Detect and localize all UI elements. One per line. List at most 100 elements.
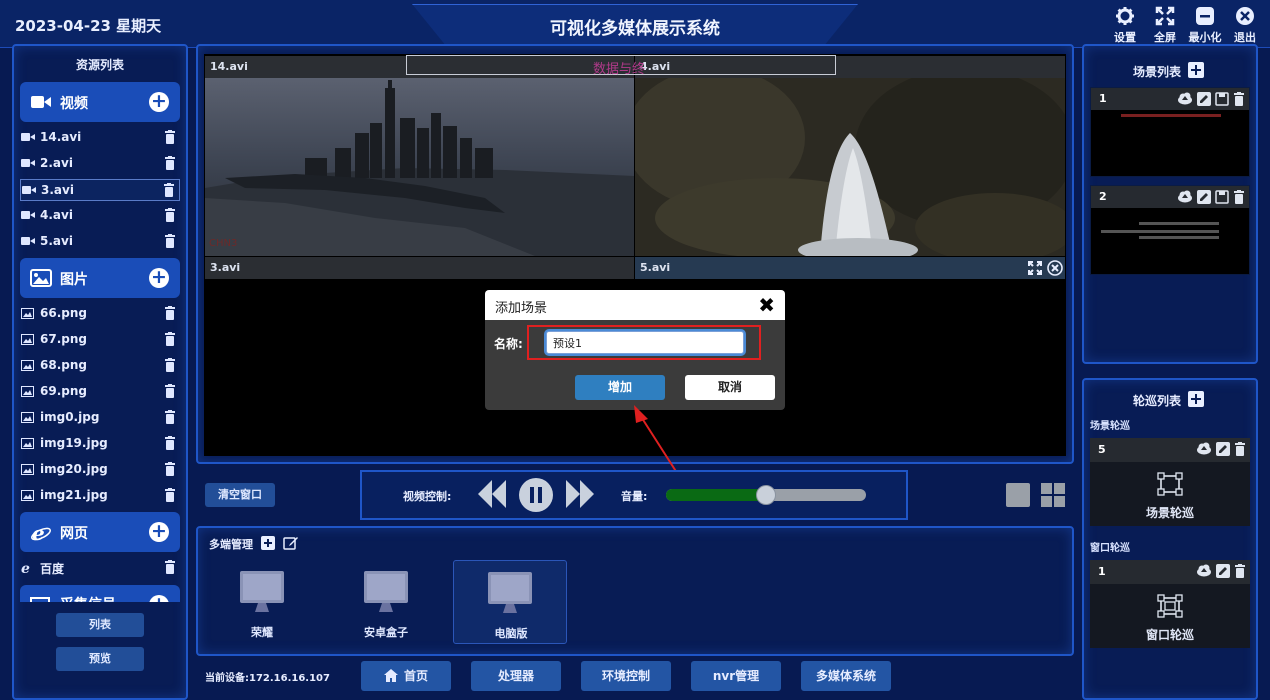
upload-icon[interactable] bbox=[1177, 92, 1193, 109]
add-terminal-icon[interactable] bbox=[261, 536, 275, 550]
nav-nvr[interactable]: nvr管理 bbox=[691, 661, 781, 691]
volume-knob[interactable] bbox=[756, 485, 776, 505]
video-item-5[interactable]: 5.avi bbox=[20, 231, 180, 253]
trash-icon[interactable] bbox=[164, 130, 176, 144]
window-tour-card[interactable]: 1 窗口轮巡 bbox=[1090, 560, 1250, 648]
edit-icon[interactable] bbox=[1197, 190, 1211, 207]
image-item[interactable]: img20.jpg bbox=[20, 459, 180, 481]
image-item[interactable]: img21.jpg bbox=[20, 485, 180, 507]
device-android-box[interactable]: 安卓盒子 bbox=[329, 560, 443, 644]
trash-icon[interactable] bbox=[164, 156, 176, 170]
image-item[interactable]: 67.png bbox=[20, 329, 180, 351]
scene-card-1[interactable]: 1 bbox=[1090, 87, 1250, 177]
trash-icon[interactable] bbox=[163, 183, 175, 197]
image-item[interactable]: img19.jpg bbox=[20, 433, 180, 455]
trash-icon[interactable] bbox=[164, 436, 176, 450]
window-tour-section-label: 窗口轮巡 bbox=[1090, 543, 1130, 554]
web-page-icon: e bbox=[21, 561, 30, 574]
video-item-4[interactable]: 4.avi bbox=[20, 205, 180, 227]
category-web[interactable]: e 网页 + bbox=[20, 512, 180, 552]
video-cell-4[interactable]: 5.avi bbox=[635, 257, 1065, 279]
image-item[interactable]: 69.png bbox=[20, 381, 180, 403]
rewind-icon[interactable] bbox=[476, 478, 508, 510]
video-cell-1[interactable]: 14.avi CHN3 bbox=[205, 56, 634, 256]
minimize-button[interactable]: 最小化 bbox=[1185, 4, 1225, 44]
web-item-baidu[interactable]: e 百度 bbox=[20, 557, 180, 579]
trash-icon[interactable] bbox=[164, 208, 176, 222]
overlay-text: 数据与终 bbox=[593, 62, 646, 77]
video-file-icon bbox=[21, 133, 35, 141]
edit-icon[interactable] bbox=[1216, 564, 1230, 581]
date-time: 2023-04-23 星期天 bbox=[15, 17, 162, 35]
scene-tour-card[interactable]: 5 场景轮巡 bbox=[1090, 438, 1250, 526]
scene-tour-icon bbox=[1157, 472, 1183, 496]
single-layout-icon[interactable] bbox=[1005, 482, 1031, 508]
device-name: 荣耀 bbox=[251, 626, 273, 639]
exit-button[interactable]: 退出 bbox=[1225, 4, 1265, 44]
trash-icon[interactable] bbox=[164, 306, 176, 320]
upload-icon[interactable] bbox=[1196, 564, 1212, 581]
settings-button[interactable]: 设置 bbox=[1105, 4, 1145, 44]
image-file-icon bbox=[21, 412, 34, 423]
nav-home[interactable]: 首页 bbox=[361, 661, 451, 691]
device-pc[interactable]: 电脑版 bbox=[453, 560, 567, 644]
image-item[interactable]: 68.png bbox=[20, 355, 180, 377]
trash-icon[interactable] bbox=[1234, 564, 1246, 581]
trash-icon[interactable] bbox=[164, 358, 176, 372]
add-video-icon[interactable]: + bbox=[149, 92, 169, 112]
grid-layout-icon[interactable] bbox=[1040, 482, 1066, 508]
trash-icon[interactable] bbox=[164, 410, 176, 424]
add-capture-icon[interactable]: + bbox=[149, 595, 169, 602]
trash-icon[interactable] bbox=[1234, 442, 1246, 459]
upload-icon[interactable] bbox=[1177, 190, 1193, 207]
edit-terminal-icon[interactable] bbox=[283, 535, 299, 551]
preview-button[interactable]: 预览 bbox=[56, 647, 144, 671]
dialog-title: 添加场景 bbox=[495, 301, 548, 316]
category-web-label: 网页 bbox=[60, 526, 88, 542]
video-cell-3[interactable]: 3.avi bbox=[205, 257, 634, 279]
upload-icon[interactable] bbox=[1196, 442, 1212, 459]
nav-multimedia[interactable]: 多媒体系统 bbox=[801, 661, 891, 691]
trash-icon[interactable] bbox=[164, 462, 176, 476]
cell-maximize-icon[interactable] bbox=[1027, 260, 1043, 276]
close-icon[interactable]: ✖ bbox=[758, 295, 775, 315]
scene-number: 2 bbox=[1099, 190, 1107, 203]
add-web-icon[interactable]: + bbox=[149, 522, 169, 542]
edit-icon[interactable] bbox=[1216, 442, 1230, 459]
save-icon[interactable] bbox=[1215, 190, 1229, 207]
add-image-icon[interactable]: + bbox=[149, 268, 169, 288]
nav-environment[interactable]: 环境控制 bbox=[581, 661, 671, 691]
video-item-14[interactable]: 14.avi bbox=[20, 127, 180, 149]
video-item-2[interactable]: 2.avi bbox=[20, 153, 180, 175]
image-item[interactable]: 66.png bbox=[20, 303, 180, 325]
trash-icon[interactable] bbox=[164, 384, 176, 398]
trash-icon[interactable] bbox=[1233, 190, 1245, 207]
list-button[interactable]: 列表 bbox=[56, 613, 144, 637]
category-video[interactable]: 视频 + bbox=[20, 82, 180, 122]
minimize-icon bbox=[1196, 7, 1214, 25]
fullscreen-button[interactable]: 全屏 bbox=[1145, 4, 1185, 44]
scene-card-2[interactable]: 2 bbox=[1090, 185, 1250, 275]
pause-icon[interactable] bbox=[518, 477, 554, 513]
trash-icon[interactable] bbox=[164, 234, 176, 248]
trash-icon[interactable] bbox=[1233, 92, 1245, 109]
scene-name-input[interactable] bbox=[546, 331, 744, 354]
fast-forward-icon[interactable] bbox=[564, 478, 596, 510]
save-icon[interactable] bbox=[1215, 92, 1229, 109]
video-item-3[interactable]: 3.avi bbox=[20, 179, 180, 201]
category-capture[interactable]: 采集信号 + bbox=[20, 585, 180, 602]
image-item[interactable]: img0.jpg bbox=[20, 407, 180, 429]
settings-label: 设置 bbox=[1114, 31, 1136, 44]
add-scene-icon[interactable] bbox=[1188, 62, 1204, 78]
trash-icon[interactable] bbox=[164, 560, 176, 574]
nav-processor[interactable]: 处理器 bbox=[471, 661, 561, 691]
add-tour-icon[interactable] bbox=[1188, 391, 1204, 407]
cell-close-icon[interactable] bbox=[1047, 260, 1063, 276]
video-cell-2[interactable]: 4.avi bbox=[635, 56, 1065, 256]
trash-icon[interactable] bbox=[164, 332, 176, 346]
trash-icon[interactable] bbox=[164, 488, 176, 502]
category-image[interactable]: 图片 + bbox=[20, 258, 180, 298]
device-honor[interactable]: 荣耀 bbox=[205, 560, 319, 644]
edit-icon[interactable] bbox=[1197, 92, 1211, 109]
clear-window-button[interactable]: 清空窗口 bbox=[205, 483, 275, 507]
